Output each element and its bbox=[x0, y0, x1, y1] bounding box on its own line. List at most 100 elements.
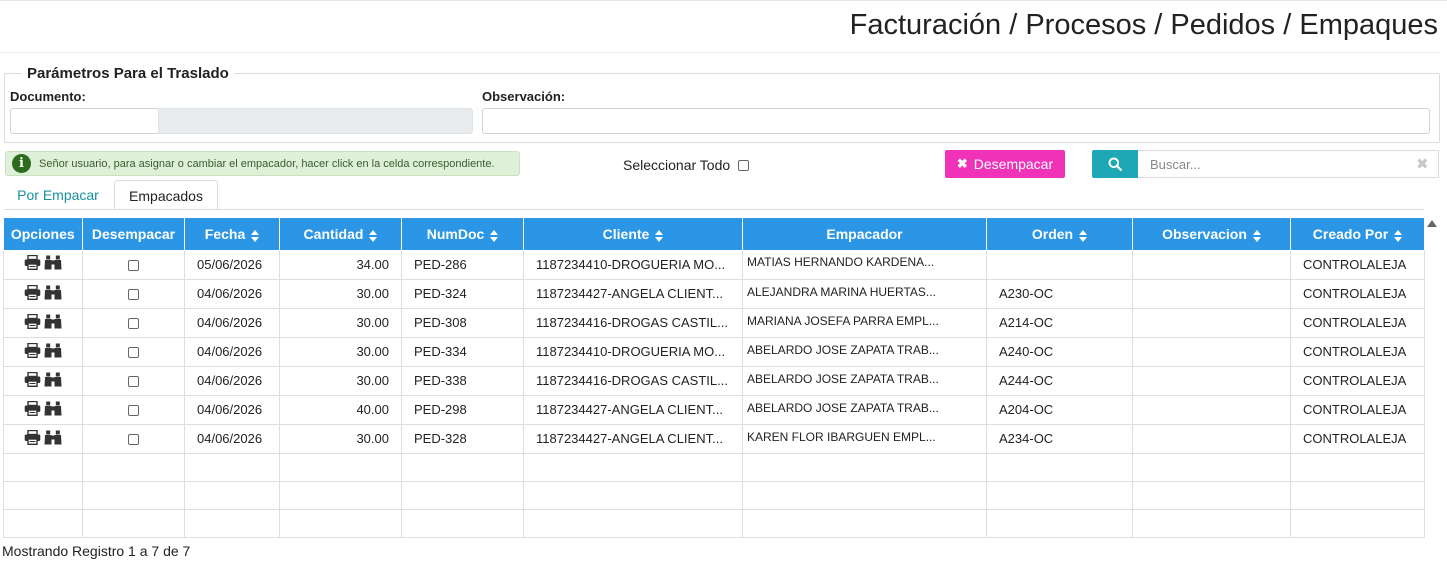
scroll-up-arrow[interactable] bbox=[1427, 220, 1437, 227]
options-cell bbox=[3, 250, 83, 280]
empty-cell bbox=[279, 509, 402, 538]
sort-icon[interactable] bbox=[1079, 230, 1088, 243]
unpack-row-checkbox[interactable] bbox=[128, 318, 139, 330]
orden-cell: A234-OC bbox=[986, 424, 1133, 454]
print-icon[interactable] bbox=[24, 371, 41, 390]
fecha-cell: 04/06/2026 bbox=[184, 337, 280, 367]
creado-por-cell: CONTROLALEJA bbox=[1290, 366, 1425, 396]
unpack-row-checkbox[interactable] bbox=[128, 289, 139, 301]
sort-icon[interactable] bbox=[490, 230, 499, 243]
search-button[interactable] bbox=[1092, 150, 1138, 178]
unpack-row-checkbox[interactable] bbox=[128, 434, 139, 446]
unpack-row-checkbox[interactable] bbox=[128, 376, 139, 388]
fecha-cell: 04/06/2026 bbox=[184, 308, 280, 338]
top-divider bbox=[0, 0, 1447, 1]
empty-cell bbox=[3, 481, 83, 510]
unpack-row-checkbox[interactable] bbox=[128, 405, 139, 417]
unpack-row-checkbox[interactable] bbox=[128, 347, 139, 359]
observacion-cell bbox=[1132, 279, 1291, 309]
cantidad-cell: 40.00 bbox=[279, 395, 402, 425]
empacador-cell[interactable]: ABELARDO JOSE ZAPATA TRAB... bbox=[742, 366, 987, 396]
sort-icon[interactable] bbox=[1252, 230, 1261, 243]
packed-orders-grid: Opciones Desempacar Fecha Cantidad NumDoc Cli… bbox=[3, 218, 1425, 538]
empty-cell bbox=[523, 509, 743, 538]
sort-icon[interactable] bbox=[655, 230, 664, 243]
empacador-cell[interactable]: MATIAS HERNANDO KARDENA... bbox=[742, 250, 987, 280]
documento-label: Documento: bbox=[10, 89, 86, 104]
column-header-observacion[interactable]: Observacion bbox=[1132, 218, 1291, 250]
print-icon[interactable] bbox=[24, 342, 41, 361]
table-row: 04/06/2026 30.00 PED-334 1187234410-DROGUER… bbox=[3, 337, 1425, 367]
column-header-desempacar: Desempacar bbox=[82, 218, 185, 250]
title-divider bbox=[0, 52, 1440, 53]
info-message: Señor usuario, para asignar o cambiar el… bbox=[39, 157, 495, 170]
numdoc-cell: PED-328 bbox=[401, 424, 524, 454]
cantidad-cell: 30.00 bbox=[279, 279, 402, 309]
creado-por-cell: CONTROLALEJA bbox=[1290, 395, 1425, 425]
select-all[interactable]: Seleccionar Todo bbox=[623, 157, 750, 173]
cliente-cell: 1187234427-ANGELA CLIENT... bbox=[523, 424, 743, 454]
empacador-cell[interactable]: ABELARDO JOSE ZAPATA TRAB... bbox=[742, 395, 987, 425]
column-header-numdoc[interactable]: NumDoc bbox=[401, 218, 524, 250]
unpack-cell bbox=[82, 308, 185, 338]
options-cell bbox=[3, 424, 83, 454]
empacador-cell[interactable]: ABELARDO JOSE ZAPATA TRAB... bbox=[742, 337, 987, 367]
binoculars-icon[interactable] bbox=[44, 401, 62, 419]
orden-cell: A244-OC bbox=[986, 366, 1133, 396]
print-icon[interactable] bbox=[24, 284, 41, 303]
empacador-cell[interactable]: KAREN FLOR IBARGUEN EMPL... bbox=[742, 424, 987, 454]
print-icon[interactable] bbox=[24, 255, 41, 273]
numdoc-cell: PED-324 bbox=[401, 279, 524, 309]
empty-cell bbox=[986, 481, 1133, 510]
empty-cell bbox=[82, 509, 185, 538]
column-header-fecha[interactable]: Fecha bbox=[184, 218, 280, 250]
unpack-button[interactable]: ✖ Desempacar bbox=[945, 150, 1065, 178]
info-alert: i Señor usuario, para asignar o cambiar … bbox=[5, 151, 520, 176]
tab-por-empacar[interactable]: Por Empacar bbox=[4, 180, 112, 210]
binoculars-icon[interactable] bbox=[44, 372, 62, 390]
search-input[interactable]: Buscar... bbox=[1138, 150, 1439, 178]
empty-cell bbox=[986, 509, 1133, 538]
print-icon[interactable] bbox=[24, 400, 41, 419]
column-header-creado-por[interactable]: Creado Por bbox=[1290, 218, 1425, 250]
select-all-checkbox[interactable] bbox=[738, 159, 750, 171]
binoculars-icon[interactable] bbox=[44, 430, 62, 448]
empty-cell bbox=[401, 509, 524, 538]
unpack-cell bbox=[82, 366, 185, 396]
column-header-empacador: Empacador bbox=[742, 218, 987, 250]
unpack-row-checkbox[interactable] bbox=[128, 259, 139, 271]
orden-cell bbox=[986, 250, 1133, 280]
documento-description-field bbox=[158, 108, 473, 134]
print-icon[interactable] bbox=[24, 429, 41, 448]
column-header-label: Creado Por bbox=[1312, 225, 1389, 242]
sort-icon[interactable] bbox=[251, 230, 260, 243]
orden-cell: A240-OC bbox=[986, 337, 1133, 367]
sort-icon[interactable] bbox=[369, 230, 378, 243]
options-cell bbox=[3, 366, 83, 396]
binoculars-icon[interactable] bbox=[44, 314, 62, 332]
observacion-input[interactable] bbox=[482, 108, 1430, 134]
binoculars-icon[interactable] bbox=[44, 285, 62, 303]
unpack-cell bbox=[82, 337, 185, 367]
print-icon[interactable] bbox=[24, 313, 41, 332]
empty-cell bbox=[1290, 453, 1425, 482]
observacion-cell bbox=[1132, 424, 1291, 454]
empacador-cell[interactable]: MARIANA JOSEFA PARRA EMPL... bbox=[742, 308, 987, 338]
documento-input[interactable] bbox=[10, 108, 158, 134]
empacador-cell[interactable]: ALEJANDRA MARINA HUERTAS... bbox=[742, 279, 987, 309]
column-header-orden[interactable]: Orden bbox=[986, 218, 1133, 250]
sort-icon[interactable] bbox=[1394, 230, 1403, 243]
cliente-cell: 1187234427-ANGELA CLIENT... bbox=[523, 395, 743, 425]
empty-cell bbox=[1290, 509, 1425, 538]
clear-search-icon[interactable]: ✖ bbox=[1416, 155, 1429, 173]
column-header-cliente[interactable]: Cliente bbox=[523, 218, 743, 250]
empty-cell bbox=[742, 481, 987, 510]
table-row: 04/06/2026 30.00 PED-328 1187234427-ANGELA … bbox=[3, 424, 1425, 454]
info-circle-icon: i bbox=[12, 154, 31, 173]
options-cell bbox=[3, 395, 83, 425]
binoculars-icon[interactable] bbox=[44, 343, 62, 361]
binoculars-icon[interactable] bbox=[44, 255, 62, 273]
column-header-cantidad[interactable]: Cantidad bbox=[279, 218, 402, 250]
tab-empacados[interactable]: Empacados bbox=[114, 180, 218, 210]
table-row: 04/06/2026 30.00 PED-324 1187234427-ANGELA … bbox=[3, 279, 1425, 309]
